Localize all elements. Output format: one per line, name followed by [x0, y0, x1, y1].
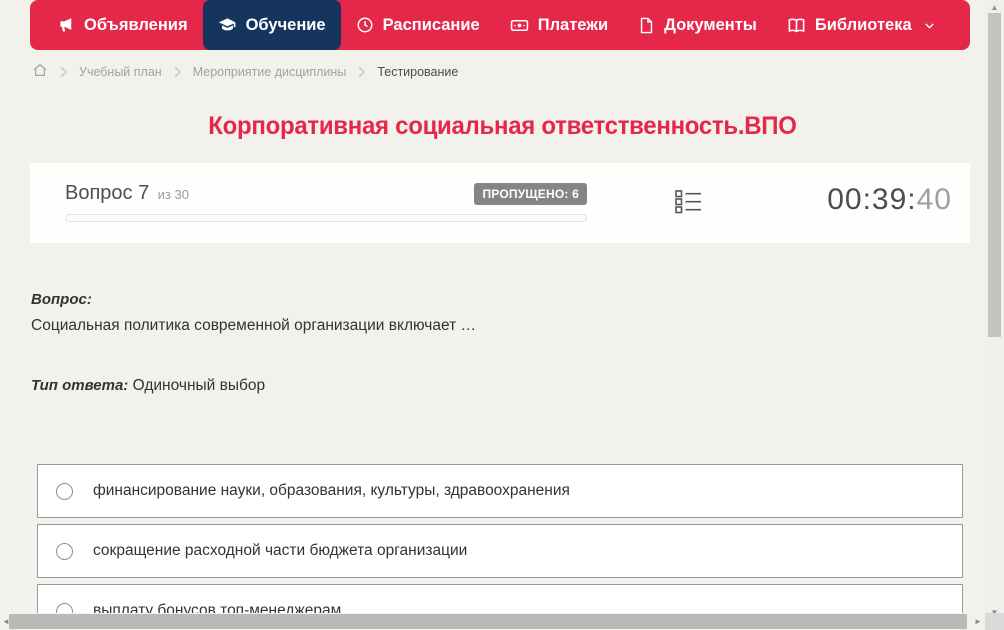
question-text: Социальная политика современной организа… — [31, 317, 476, 334]
nav-label: Документы — [664, 15, 757, 34]
home-icon[interactable] — [32, 62, 48, 81]
answer-options: финансирование науки, образования, культ… — [37, 464, 963, 630]
horizontal-scrollbar-thumb[interactable] — [9, 614, 967, 629]
answer-option-1[interactable]: финансирование науки, образования, культ… — [37, 464, 963, 518]
question-status-card: Вопрос 7 из 30 ПРОПУЩЕНО: 6 00:39:40 — [30, 163, 970, 243]
breadcrumb-item-discipline-event[interactable]: Мероприятие дисциплины — [193, 65, 347, 79]
horizontal-scrollbar[interactable]: ◄ ► — [0, 613, 985, 630]
nav-item-announcements[interactable]: Объявления — [42, 0, 203, 50]
nav-item-documents[interactable]: Документы — [623, 0, 772, 50]
chevron-right-icon — [173, 65, 182, 78]
open-book-icon — [787, 16, 806, 35]
question-total: из 30 — [157, 187, 189, 202]
timer-hours-minutes: 00:39: — [827, 183, 917, 216]
banknote-icon — [510, 16, 529, 35]
scrollbar-corner — [985, 613, 1004, 630]
nav-item-schedule[interactable]: Расписание — [341, 0, 495, 50]
question-block: Вопрос: Социальная политика современной … — [31, 291, 931, 395]
vertical-scrollbar[interactable]: ▲ ▼ — [985, 0, 1004, 630]
nav-label: Платежи — [537, 15, 609, 34]
vertical-scrollbar-thumb[interactable] — [988, 13, 1001, 337]
radio-button[interactable] — [56, 542, 73, 560]
page-title-row: Корпоративная социальная ответственность… — [0, 112, 1004, 141]
answer-type-row: Тип ответа: Одиночный выбор — [31, 377, 931, 395]
answer-option-label: финансирование науки, образования, культ… — [93, 482, 570, 499]
scroll-up-arrow[interactable]: ▲ — [985, 3, 1004, 12]
top-navigation: Объявления Обучение Расписание Платежи Д… — [30, 0, 970, 50]
radio-button[interactable] — [56, 482, 73, 500]
chevron-right-icon — [59, 65, 68, 78]
chevron-right-icon — [357, 65, 366, 78]
nav-item-learning[interactable]: Обучение — [202, 0, 341, 50]
breadcrumb: Учебный план Мероприятие дисциплины Тест… — [32, 62, 458, 81]
skipped-badge: ПРОПУЩЕНО: 6 — [474, 182, 587, 205]
answer-option-2[interactable]: сокращение расходной части бюджета орган… — [37, 524, 963, 578]
page-title: Корпоративная социальная ответственность… — [207, 112, 797, 140]
checklist-icon — [674, 190, 702, 219]
breadcrumb-item-testing: Тестирование — [377, 64, 459, 79]
document-icon — [638, 17, 655, 34]
question-progress-section: Вопрос 7 из 30 ПРОПУЩЕНО: 6 — [65, 163, 587, 243]
countdown-timer: 00:39:40 — [827, 183, 952, 217]
nav-item-payments[interactable]: Платежи — [495, 0, 623, 50]
graduation-cap-icon — [218, 16, 237, 35]
lms-test-page: Объявления Обучение Расписание Платежи Д… — [0, 0, 1004, 630]
clock-icon — [356, 16, 374, 34]
breadcrumb-item-study-plan[interactable]: Учебный план — [79, 65, 162, 79]
scroll-right-arrow[interactable]: ► — [974, 617, 982, 626]
answer-option-label: сокращение расходной части бюджета орган… — [93, 542, 468, 559]
nav-label: Обучение — [245, 15, 326, 34]
timer-seconds: 40 — [916, 183, 952, 216]
question-list-button[interactable] — [674, 187, 704, 217]
nav-label: Расписание — [382, 15, 480, 34]
question-caption: Вопрос: — [31, 291, 92, 308]
chevron-down-icon — [923, 19, 936, 32]
nav-item-library[interactable]: Библиотека — [772, 0, 951, 50]
nav-label: Библиотека — [814, 15, 912, 34]
nav-label: Объявления — [84, 15, 188, 34]
test-progress-bar — [65, 214, 587, 222]
answer-type-value: Одиночный выбор — [132, 377, 266, 394]
answer-type-label: Тип ответа: — [31, 377, 129, 394]
megaphone-icon — [57, 16, 75, 34]
question-number: Вопрос 7 — [65, 182, 150, 204]
